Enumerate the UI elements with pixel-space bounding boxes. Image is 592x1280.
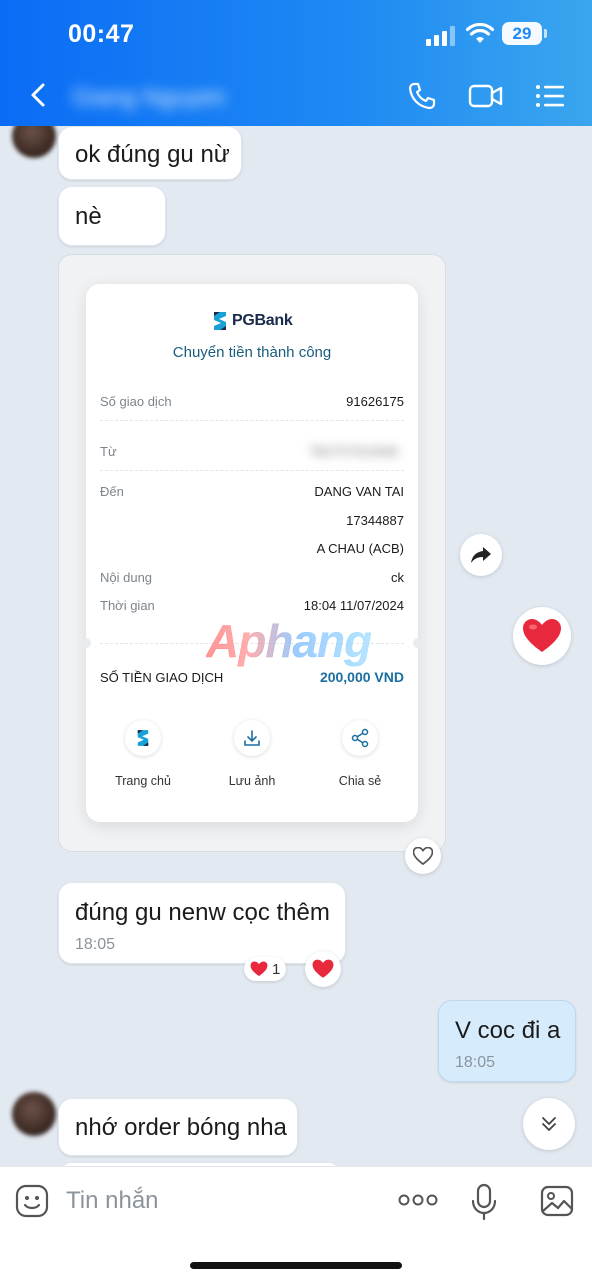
download-icon [234,720,270,756]
share-label: Chia sẻ [338,774,382,788]
message-text: V coc đi a [455,1017,561,1044]
bank-name: PGBank [232,312,293,329]
divider [100,470,404,471]
react-button[interactable] [305,951,341,987]
time-value: 18:04 11/07/2024 [303,598,404,613]
message-input[interactable]: Tin nhắn [66,1187,159,1215]
cellular-signal-icon [426,26,458,46]
forward-arrow-icon [471,547,491,563]
chat-header: 00:47 29 Giang Nguyen [0,0,592,126]
share-action: Chia sẻ [315,720,405,788]
amount-value: 200,000 VND [319,669,404,685]
txn-id-value: 91626175 [346,394,404,409]
status-time: 00:47 [68,20,135,48]
from-label: Từ [100,444,117,459]
pgbank-logo-icon [214,312,226,330]
phone-call-icon[interactable] [406,80,438,112]
message-bubble[interactable]: đúng gu nenw cọc thêm 18:05 [58,882,346,964]
forward-button[interactable] [460,534,502,576]
message-bubble[interactable]: nhớ order bóng nha [58,1098,298,1156]
contact-name[interactable]: Giang Nguyen [72,84,225,112]
battery-icon: 29 [502,22,547,45]
menu-list-icon[interactable] [534,80,566,112]
image-gallery-icon[interactable] [540,1185,574,1217]
reaction-summary[interactable]: 1 [244,957,287,981]
content-value: ck [391,570,404,585]
reaction-count: 1 [272,960,281,978]
like-image-button[interactable] [405,838,441,874]
own-message-bubble[interactable]: V coc đi a 18:05 [438,1000,576,1082]
share-icon [342,720,378,756]
transfer-status: Chuyển tiền thành công [172,344,332,361]
message-text: ok đúng gu nừ [75,141,230,168]
amount-label: SỐ TIỀN GIAO DỊCH [100,670,224,685]
chat-messages[interactable]: ok đúng gu nừ nè PGBank Chuyển tiền thàn… [0,126,592,1166]
react-button[interactable] [513,607,571,665]
message-bubble[interactable]: ok đúng gu nừ [58,126,242,180]
watermark: Aphang [206,615,372,667]
to-name: DANG VAN TAI [314,484,404,499]
message-bubble[interactable]: nè [58,186,166,246]
wifi-icon [466,22,494,43]
save-image-action: Lưu ảnh [207,720,297,788]
content-label: Nội dung [100,570,153,585]
save-image-label: Lưu ảnh [228,774,276,788]
more-options-icon[interactable] [398,1193,438,1207]
contact-avatar[interactable] [12,1092,56,1136]
divider [100,420,404,421]
message-time: 18:05 [75,936,116,953]
ticket-notch [413,638,423,648]
to-bank: A CHAU (ACB) [316,541,404,556]
home-label: Trang chủ [115,774,171,788]
message-time: 18:05 [455,1054,496,1071]
home-action: Trang chủ [98,720,188,788]
microphone-icon[interactable] [470,1183,498,1221]
pgbank-logo: PGBank [212,310,293,332]
scroll-to-bottom-button[interactable] [523,1098,575,1150]
bank-receipt-card: PGBank Chuyển tiền thành công Số giao dị… [81,284,423,822]
txn-id-label: Số giao dịch [100,394,172,409]
heart-icon [250,961,268,977]
message-text: đúng gu nenw cọc thêm [75,899,330,926]
home-indicator [190,1262,402,1269]
sticker-emoji-icon[interactable] [15,1184,49,1218]
double-chevron-down-icon [542,1117,556,1131]
heart-outline-icon [413,847,433,865]
back-arrow-icon[interactable] [28,82,48,108]
contact-avatar[interactable] [12,126,56,158]
message-text: nè [75,203,102,230]
video-call-icon[interactable] [468,80,504,112]
to-account: 17344887 [346,513,404,528]
to-label: Đến [100,484,124,499]
ticket-notch [81,638,91,648]
pgbank-home-icon [125,720,161,756]
message-text: nhớ order bóng nha [75,1114,287,1141]
message-input-bar: Tin nhắn [0,1166,592,1280]
heart-icon [523,619,561,652]
heart-icon [312,959,334,978]
from-value: TB2757910068 [309,444,398,459]
time-label: Thời gian [100,598,155,613]
